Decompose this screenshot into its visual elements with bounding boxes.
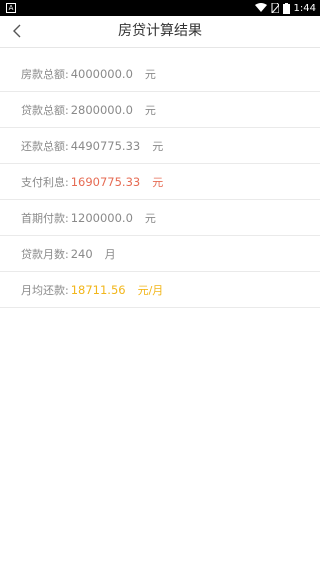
row-label: 月均还款: xyxy=(21,283,69,297)
result-row-monthly-payment: 月均还款: 18711.56 元/月 xyxy=(0,272,320,308)
result-row-loan-months: 贷款月数: 240 月 xyxy=(0,236,320,272)
page-title: 房贷计算结果 xyxy=(118,23,202,39)
result-row-house-total: 房款总额: 4000000.0 元 xyxy=(0,56,320,92)
row-value: 4000000.0 xyxy=(70,66,133,81)
row-label: 还款总额: xyxy=(21,139,69,153)
result-list: 房款总额: 4000000.0 元 贷款总额: 2800000.0 元 还款总额… xyxy=(0,56,320,308)
app-notification-icon: A xyxy=(6,3,16,13)
row-unit: 元 xyxy=(144,211,156,225)
row-label: 支付利息: xyxy=(21,175,69,189)
row-unit: 元 xyxy=(152,139,164,153)
result-row-loan-total: 贷款总额: 2800000.0 元 xyxy=(0,92,320,128)
row-value: 1690775.33 xyxy=(70,174,141,189)
result-row-repayment-total: 还款总额: 4490775.33 元 xyxy=(0,128,320,164)
status-time: 1:44 xyxy=(293,2,316,14)
sim-icon xyxy=(271,3,279,13)
wifi-icon xyxy=(254,3,267,12)
status-icons: 1:44 xyxy=(254,0,316,16)
row-value: 2800000.0 xyxy=(70,102,133,117)
result-row-interest: 支付利息: 1690775.33 元 xyxy=(0,164,320,200)
row-unit: 元 xyxy=(152,175,164,189)
row-unit: 元 xyxy=(144,103,156,117)
row-label: 首期付款: xyxy=(21,211,69,225)
row-value: 4490775.33 xyxy=(70,138,141,153)
row-value: 18711.56 xyxy=(70,282,126,297)
row-unit: 月 xyxy=(104,247,116,261)
row-value: 1200000.0 xyxy=(70,210,133,225)
row-label: 贷款总额: xyxy=(21,103,69,117)
battery-icon xyxy=(282,2,290,14)
row-label: 贷款月数: xyxy=(21,247,69,261)
status-bar: A 1:44 xyxy=(0,0,320,16)
result-row-down-payment: 首期付款: 1200000.0 元 xyxy=(0,200,320,236)
row-label: 房款总额: xyxy=(21,67,69,81)
row-unit: 元/月 xyxy=(137,283,164,297)
row-unit: 元 xyxy=(144,67,156,81)
navigation-bar: 房贷计算结果 xyxy=(0,16,320,48)
row-value: 240 xyxy=(70,246,93,261)
